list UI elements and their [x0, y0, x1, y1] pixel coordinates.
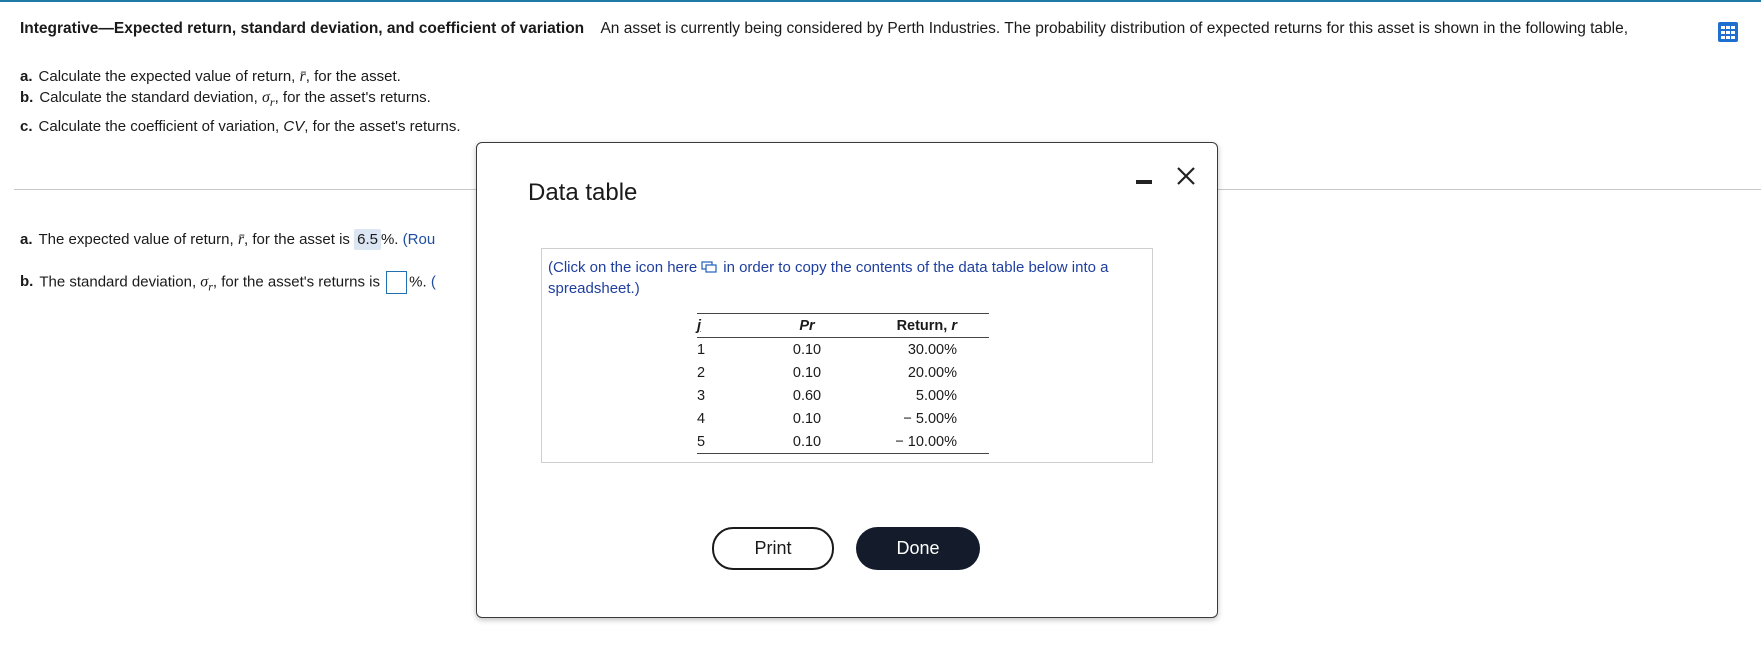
question-title: Integrative—Expected return, standard de… [20, 20, 585, 37]
top-accent-bar [0, 0, 1761, 2]
copy-to-spreadsheet-icon[interactable] [701, 261, 717, 273]
rounding-hint-a: (Rou [402, 231, 436, 248]
minimize-icon [1136, 180, 1152, 184]
minimize-button[interactable] [1133, 167, 1155, 189]
print-button[interactable]: Print [712, 527, 834, 570]
std-dev-input[interactable] [386, 271, 408, 294]
header-return: Return, r [896, 317, 957, 334]
table-row: 3 0.60 5.00% [697, 387, 957, 404]
table-row: 2 0.10 20.00% [697, 364, 957, 381]
copy-instructions: (Click on the icon here in order to copy… [548, 259, 1109, 297]
table-row: 1 0.10 30.00% [697, 341, 957, 358]
question-list: a. Calculate the expected value of return… [20, 66, 461, 137]
returns-table: j Pr Return, r 1 0.10 30.00% 2 0.10 20.0… [697, 313, 989, 454]
header-j: j [697, 317, 702, 334]
data-table-box: (Click on the icon here in order to copy… [541, 248, 1153, 463]
answer-b: b. The standard deviation, σr, for the as… [20, 271, 436, 294]
question-intro: An asset is currently being considered b… [600, 20, 1629, 37]
table-header-row: j Pr Return, r [697, 313, 989, 338]
dialog-title: Data table [528, 179, 638, 206]
answer-a: a. The expected value of return, r̄, for … [20, 229, 436, 250]
done-button[interactable]: Done [856, 527, 980, 570]
question-header: Integrative—Expected return, standard de… [20, 20, 1628, 38]
cv-symbol: CV [283, 118, 305, 135]
data-table-dialog: Data table (Click on the icon here in or… [476, 142, 1218, 618]
sigma-symbol: σ [262, 89, 270, 106]
expected-return-input[interactable]: 6.5 [354, 229, 381, 250]
question-a: a. Calculate the expected value of return… [20, 68, 401, 85]
table-row: 5 0.10 − 10.00% [697, 430, 989, 454]
rounding-hint-b: ( [430, 273, 436, 291]
data-table-icon[interactable] [1717, 21, 1739, 43]
table-row: 4 0.10 − 5.00% [697, 410, 957, 427]
question-b: b. Calculate the standard deviation, σr, … [20, 89, 431, 109]
question-c: c. Calculate the coefficient of variation… [20, 118, 461, 135]
close-icon[interactable] [1173, 163, 1199, 189]
header-pr: Pr [799, 317, 815, 334]
